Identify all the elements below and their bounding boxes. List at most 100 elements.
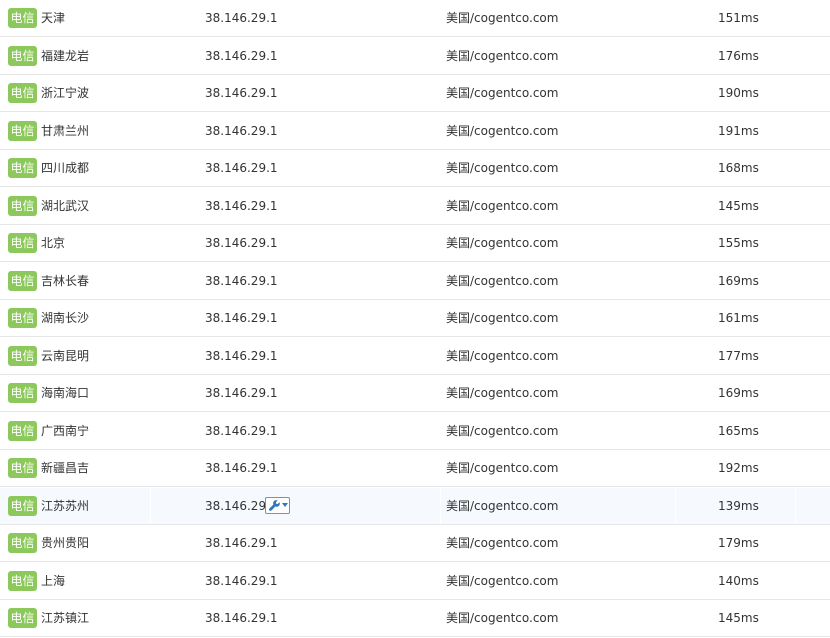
ip-cell: 38.146.29.1 — [205, 11, 278, 25]
location-cell: 美国/cogentco.com — [446, 386, 559, 400]
ip-cell: 38.146.29.1 — [205, 573, 278, 588]
latency-cell: 177ms — [718, 348, 759, 363]
table-row[interactable]: 电信 云南昆明 38.146.29.1 美国/cogentco.com 177ms — [0, 338, 830, 375]
location-cell: 美国/cogentco.com — [446, 236, 559, 250]
ip-cell: 38.146.29.1 — [205, 611, 278, 625]
table-row[interactable]: 电信 江苏苏州 38.146.29.1 美国/cogentco.com 139ms — [0, 487, 830, 525]
ip-cell: 38.146.29.1 — [205, 273, 278, 288]
city-cell: 云南昆明 — [41, 348, 90, 363]
location-cell: 美国/cogentco.com — [446, 611, 559, 625]
city-cell: 广西南宁 — [41, 423, 90, 438]
table-row[interactable]: 电信 福建龙岩 38.146.29.1 美国/cogentco.com 176ms — [0, 38, 830, 75]
location-cell: 美国/cogentco.com — [446, 11, 559, 25]
location-cell: 美国/cogentco.com — [446, 573, 559, 588]
ip-cell: 38.146.29.1 — [205, 123, 278, 138]
isp-badge: 电信 — [8, 270, 37, 291]
city-cell: 贵州贵阳 — [41, 536, 90, 550]
latency-cell: 165ms — [718, 423, 759, 438]
table-row[interactable]: 电信 浙江宁波 38.146.29.1 美国/cogentco.com 190ms — [0, 75, 830, 112]
city-cell: 湖南长沙 — [41, 311, 90, 325]
table-row[interactable]: 电信 湖南长沙 38.146.29.1 美国/cogentco.com 161ms — [0, 300, 830, 337]
isp-badge: 电信 — [8, 308, 37, 328]
isp-badge: 电信 — [8, 8, 37, 28]
location-cell: 美国/cogentco.com — [446, 311, 559, 325]
location-cell: 美国/cogentco.com — [446, 123, 559, 138]
isp-badge: 电信 — [8, 570, 37, 591]
ip-cell: 38.146.29.1 — [205, 311, 278, 325]
ip-cell: 38.146.29.1 — [205, 536, 278, 550]
caret-down-icon — [282, 502, 288, 507]
location-cell: 美国/cogentco.com — [446, 498, 559, 513]
ping-results-table: 电信 天津 38.146.29.1 美国/cogentco.com 151ms 电信 福建龙… — [0, 0, 830, 638]
table-row[interactable]: 电信 天津 38.146.29.1 美国/cogentco.com 151ms — [0, 0, 830, 37]
latency-cell: 168ms — [718, 161, 759, 175]
table-row[interactable]: 电信 江苏镇江 38.146.29.1 美国/cogentco.com 145ms — [0, 600, 830, 637]
latency-cell: 151ms — [718, 11, 759, 25]
location-cell: 美国/cogentco.com — [446, 198, 559, 213]
city-cell: 浙江宁波 — [41, 86, 90, 100]
location-cell: 美国/cogentco.com — [446, 536, 559, 550]
city-cell: 甘肃兰州 — [41, 123, 90, 138]
city-cell: 天津 — [41, 11, 66, 25]
city-cell: 江苏苏州 — [41, 498, 90, 513]
ip-cell: 38.146.29.1 — [205, 236, 278, 250]
isp-badge: 电信 — [8, 533, 37, 553]
column-separator — [675, 487, 676, 524]
table-row[interactable]: 电信 新疆昌吉 38.146.29.1 美国/cogentco.com 192ms — [0, 450, 830, 487]
latency-cell: 139ms — [718, 498, 759, 513]
isp-badge: 电信 — [8, 495, 37, 516]
latency-cell: 169ms — [718, 386, 759, 400]
isp-badge: 电信 — [8, 120, 37, 141]
isp-badge: 电信 — [8, 45, 37, 66]
ip-cell: 38.146.29.1 — [205, 86, 278, 100]
table-row[interactable]: 电信 北京 38.146.29.1 美国/cogentco.com 155ms — [0, 225, 830, 262]
table-row[interactable]: 电信 海南海口 38.146.29.1 美国/cogentco.com 169ms — [0, 375, 830, 412]
location-cell: 美国/cogentco.com — [446, 161, 559, 175]
latency-cell: 140ms — [718, 573, 759, 588]
isp-badge: 电信 — [8, 383, 37, 403]
ip-cell: 38.146.29.1 — [205, 461, 278, 475]
table-row[interactable]: 电信 广西南宁 38.146.29.1 美国/cogentco.com 165ms — [0, 413, 830, 450]
city-cell: 新疆昌吉 — [41, 461, 90, 475]
city-cell: 湖北武汉 — [41, 198, 90, 213]
table-row[interactable]: 电信 吉林长春 38.146.29.1 美国/cogentco.com 169ms — [0, 263, 830, 300]
city-cell: 北京 — [41, 236, 66, 250]
isp-badge: 电信 — [8, 83, 37, 103]
location-cell: 美国/cogentco.com — [446, 48, 559, 63]
city-cell: 海南海口 — [41, 386, 90, 400]
ip-cell: 38.146.29.1 — [205, 161, 278, 175]
city-cell: 上海 — [41, 573, 66, 588]
isp-badge: 电信 — [8, 233, 37, 253]
latency-cell: 190ms — [718, 86, 759, 100]
table-row[interactable]: 电信 湖北武汉 38.146.29.1 美国/cogentco.com 145ms — [0, 188, 830, 225]
latency-cell: 192ms — [718, 461, 759, 475]
city-cell: 四川成都 — [41, 161, 90, 175]
table-row[interactable]: 电信 贵州贵阳 38.146.29.1 美国/cogentco.com 179ms — [0, 525, 830, 562]
latency-cell: 176ms — [718, 48, 759, 63]
ip-cell: 38.146.29.1 — [205, 48, 278, 63]
column-separator — [440, 487, 441, 524]
ip-cell: 38.146.29.1 — [205, 423, 278, 438]
table-row[interactable]: 电信 上海 38.146.29.1 美国/cogentco.com 140ms — [0, 563, 830, 600]
isp-badge: 电信 — [8, 458, 37, 478]
isp-badge: 电信 — [8, 195, 37, 216]
column-separator — [795, 487, 796, 524]
wrench-icon — [269, 499, 280, 511]
location-cell: 美国/cogentco.com — [446, 348, 559, 363]
table-row[interactable]: 电信 四川成都 38.146.29.1 美国/cogentco.com 168ms — [0, 150, 830, 187]
location-cell: 美国/cogentco.com — [446, 86, 559, 100]
latency-cell: 169ms — [718, 273, 759, 288]
table-row[interactable]: 电信 甘肃兰州 38.146.29.1 美国/cogentco.com 191ms — [0, 113, 830, 150]
isp-badge: 电信 — [8, 420, 37, 441]
latency-cell: 155ms — [718, 236, 759, 250]
ip-cell: 38.146.29.1 — [205, 348, 278, 363]
isp-badge: 电信 — [8, 345, 37, 366]
ip-cell: 38.146.29.1 — [205, 198, 278, 213]
location-cell: 美国/cogentco.com — [446, 423, 559, 438]
city-cell: 福建龙岩 — [41, 48, 90, 63]
location-cell: 美国/cogentco.com — [446, 461, 559, 475]
tools-dropdown-button[interactable] — [265, 496, 290, 514]
isp-badge: 电信 — [8, 158, 37, 178]
latency-cell: 179ms — [718, 536, 759, 550]
location-cell: 美国/cogentco.com — [446, 273, 559, 288]
